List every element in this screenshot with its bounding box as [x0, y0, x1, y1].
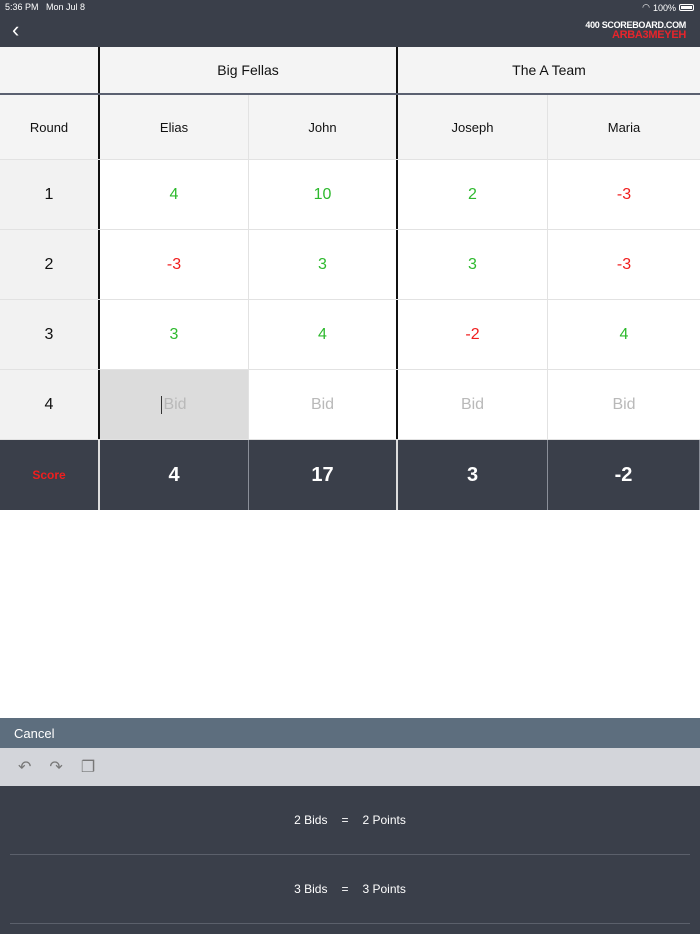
brand-logo: 400 SCOREBOARD.COM ARBA3MEYEH	[585, 20, 686, 41]
top-bar: 5:36 PM Mon Jul 8 ◠ 100% ‹ 400 SCOREBOARD…	[0, 0, 700, 47]
team-name[interactable]: The A Team	[398, 47, 700, 93]
total-score: -2	[548, 440, 700, 510]
battery-icon	[679, 4, 694, 11]
player-name[interactable]: Joseph	[398, 95, 548, 159]
score-cell[interactable]: -3	[548, 160, 700, 229]
bid-option[interactable]: 3 Bids = 3 Points	[10, 855, 690, 924]
battery-percent: 100%	[652, 2, 676, 13]
team-name[interactable]: Big Fellas	[100, 47, 398, 93]
score-cell[interactable]: 3	[249, 230, 398, 299]
score-cell[interactable]: 4	[548, 300, 700, 369]
round-number: 1	[0, 160, 100, 229]
input-toolbar: ↶ ↷ ❐	[0, 748, 700, 786]
bid-input[interactable]: Bid	[548, 370, 700, 439]
score-cell[interactable]: -3	[100, 230, 249, 299]
status-time: 5:36 PM Mon Jul 8	[5, 2, 86, 12]
score-cell[interactable]: 3	[100, 300, 249, 369]
back-button[interactable]: ‹	[12, 19, 19, 41]
score-label: Score	[0, 440, 100, 510]
player-name[interactable]: Elias	[100, 95, 249, 159]
bid-input[interactable]: Bid	[249, 370, 398, 439]
bid-input[interactable]: Bid	[398, 370, 548, 439]
score-cell[interactable]: -3	[548, 230, 700, 299]
bid-placeholder: Bid	[163, 395, 187, 413]
total-score: 17	[249, 440, 398, 510]
table-row: 2 -3 3 3 -3	[0, 230, 700, 300]
corner-cell	[0, 47, 100, 93]
status-right: ◠ 100%	[642, 2, 694, 13]
round-number: 4	[0, 370, 100, 439]
total-score: 4	[100, 440, 249, 510]
undo-icon[interactable]: ↶	[18, 757, 31, 777]
bid-input-active[interactable]: Bid	[100, 370, 249, 439]
cancel-button[interactable]: Cancel	[0, 718, 700, 748]
score-cell[interactable]: 4	[249, 300, 398, 369]
score-cell[interactable]: -2	[398, 300, 548, 369]
scoreboard-table: Big Fellas The A Team Round Elias John J…	[0, 47, 700, 510]
bid-option[interactable]: 2 Bids = 2 Points	[10, 786, 690, 855]
table-row: 1 4 10 2 -3	[0, 160, 700, 230]
score-cell[interactable]: 4	[100, 160, 249, 229]
player-name[interactable]: Maria	[548, 95, 700, 159]
wifi-icon: ◠	[642, 2, 650, 12]
paste-icon[interactable]: ❐	[81, 757, 95, 777]
team-header-row: Big Fellas The A Team	[0, 47, 700, 95]
score-row: Score 4 17 3 -2	[0, 440, 700, 510]
table-row: 4 Bid Bid Bid Bid	[0, 370, 700, 440]
total-score: 3	[398, 440, 548, 510]
round-number: 3	[0, 300, 100, 369]
round-header: Round	[0, 95, 100, 159]
table-row: 3 3 4 -2 4	[0, 300, 700, 370]
round-number: 2	[0, 230, 100, 299]
text-caret	[161, 395, 163, 414]
player-header-row: Round Elias John Joseph Maria	[0, 95, 700, 160]
score-cell[interactable]: 2	[398, 160, 548, 229]
bid-picker: 2 Bids = 2 Points 3 Bids = 3 Points	[0, 786, 700, 934]
redo-icon[interactable]: ↷	[49, 757, 62, 777]
score-cell[interactable]: 3	[398, 230, 548, 299]
score-cell[interactable]: 10	[249, 160, 398, 229]
player-name[interactable]: John	[249, 95, 398, 159]
